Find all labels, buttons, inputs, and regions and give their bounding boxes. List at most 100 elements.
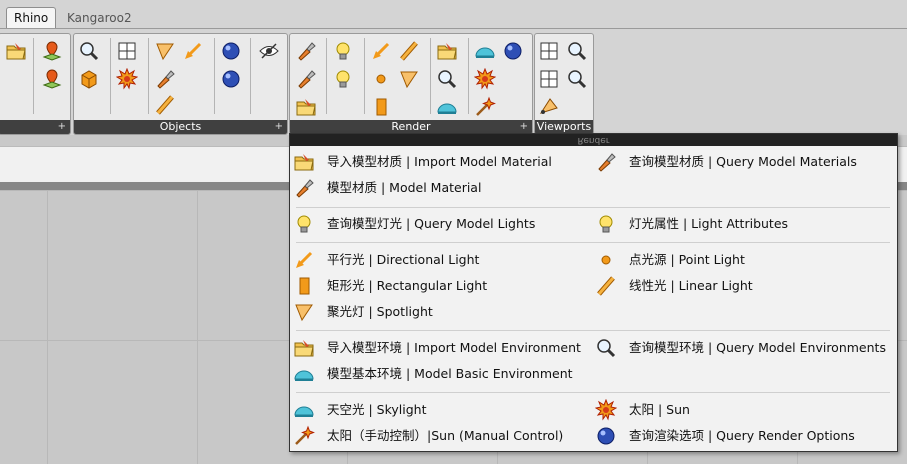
import-environment-icon [293, 337, 315, 359]
point-light-icon[interactable] [370, 68, 392, 90]
sun-icon[interactable] [474, 68, 496, 90]
menu-divider [296, 330, 890, 331]
query-environment-icon[interactable] [436, 68, 458, 90]
menu-item-model-basic-environment[interactable]: 模型基本环境 | Model Basic Environment [293, 362, 583, 386]
ribbon-panel-viewports: Viewports [534, 33, 594, 135]
menu-item-import-model-material[interactable]: 导入模型材质 | Import Model Material [293, 150, 583, 174]
panel-separator [250, 38, 251, 114]
point-light-icon [595, 249, 617, 271]
menu-item-directional-light[interactable]: 平行光 | Directional Light [293, 248, 583, 272]
menu-item-point-light[interactable]: 点光源 | Point Light [595, 248, 885, 272]
menu-divider [296, 207, 890, 208]
panel-title-viewports: Viewports [535, 120, 593, 134]
menu-item-query-model-lights[interactable]: 查询模型灯光 | Query Model Lights [293, 212, 583, 236]
panel-separator [148, 38, 149, 114]
tab-rhino[interactable]: Rhino [6, 7, 57, 28]
basic-environment-icon [293, 363, 315, 385]
import-material-icon [293, 151, 315, 173]
manual-sun-icon [293, 425, 315, 447]
dropdown-header: Render [290, 134, 897, 146]
mesh-grid-icon[interactable] [116, 40, 138, 62]
panel-title-render: Render + [290, 120, 532, 134]
spotlight-icon [293, 301, 315, 323]
import-environment-icon[interactable] [436, 40, 458, 62]
rectangular-light-icon [293, 275, 315, 297]
zoom-extents-icon[interactable] [566, 40, 588, 62]
render-dropdown-menu: Render 导入模型材质 | Import Model Material 查询… [289, 133, 898, 452]
query-environment-icon [595, 337, 617, 359]
panel-separator [468, 38, 469, 114]
query-lights-icon [293, 213, 315, 235]
query-render-options-icon[interactable] [502, 40, 524, 62]
panel-separator [430, 38, 431, 114]
curve-select-icon[interactable] [154, 40, 176, 62]
menu-item-import-model-environment[interactable]: 导入模型环境 | Import Model Environment [293, 336, 583, 360]
menu-item-rectangular-light[interactable]: 矩形光 | Rectangular Light [293, 274, 583, 298]
import-material-icon[interactable] [295, 96, 317, 118]
linear-light-icon[interactable] [398, 40, 420, 62]
directional-light-icon[interactable] [370, 40, 392, 62]
panel-separator [33, 38, 34, 114]
menu-item-model-material[interactable]: 模型材质 | Model Material [293, 176, 583, 200]
directional-light-icon [293, 249, 315, 271]
box-object-icon[interactable] [78, 68, 100, 90]
ribbon-panel-objects: Objects + [73, 33, 288, 135]
panel-separator [364, 38, 365, 114]
query-viewport-icon[interactable] [566, 68, 588, 90]
panel-expand-icon[interactable]: + [58, 120, 66, 134]
viewport-layout-icon[interactable] [538, 68, 560, 90]
model-material-icon [293, 177, 315, 199]
ribbon-panel-params: + [0, 33, 71, 135]
query-object-icon[interactable] [78, 40, 100, 62]
polyline-icon[interactable] [154, 94, 176, 116]
skylight-icon[interactable] [474, 40, 496, 62]
skylight-icon [293, 399, 315, 421]
light-bulb-icon [595, 213, 617, 235]
bake-icon[interactable] [5, 40, 27, 62]
menu-item-skylight[interactable]: 天空光 | Skylight [293, 398, 583, 422]
ribbon-tab-bar: Rhino Kangaroo2 [0, 0, 907, 29]
spotlight-icon[interactable] [398, 68, 420, 90]
point-object-icon[interactable] [116, 68, 138, 90]
camera-icon[interactable] [538, 94, 560, 116]
panel-title: + [0, 120, 70, 134]
curve-edit-icon[interactable] [182, 40, 204, 62]
manual-sun-icon[interactable] [474, 96, 496, 118]
location-pin-icon[interactable] [41, 68, 63, 90]
light-bulb-icon[interactable] [332, 68, 354, 90]
viewport-zoom-icon[interactable] [538, 40, 560, 62]
basic-environment-icon[interactable] [436, 96, 458, 118]
panel-expand-icon[interactable]: + [275, 120, 283, 134]
menu-divider [296, 242, 890, 243]
sphere-object-icon[interactable] [220, 40, 242, 62]
query-material-icon[interactable] [295, 40, 317, 62]
ribbon-panel-render: Render + [289, 33, 533, 135]
menu-divider [296, 392, 890, 393]
menu-item-spotlight[interactable]: 聚光灯 | Spotlight [293, 300, 583, 324]
panel-title-objects: Objects + [74, 120, 287, 134]
menu-item-light-attributes[interactable]: 灯光属性 | Light Attributes [595, 212, 885, 236]
menu-item-query-render-options[interactable]: 查询渲染选项 | Query Render Options [595, 424, 885, 448]
panel-separator [214, 38, 215, 114]
sun-icon [595, 399, 617, 421]
menu-item-sun[interactable]: 太阳 | Sun [595, 398, 885, 422]
model-material-icon[interactable] [295, 68, 317, 90]
eraser-icon[interactable] [154, 68, 176, 90]
query-render-options-icon [595, 425, 617, 447]
rectangular-light-icon[interactable] [370, 96, 392, 118]
sphere-add-icon[interactable] [220, 68, 242, 90]
panel-separator [326, 38, 327, 114]
ribbon-toolbar: + Objects + Render + Viewports [0, 28, 907, 135]
menu-item-query-model-materials[interactable]: 查询模型材质 | Query Model Materials [595, 150, 885, 174]
panel-expand-icon[interactable]: + [520, 120, 528, 134]
visibility-eye-icon[interactable] [258, 40, 280, 62]
linear-light-icon [595, 275, 617, 297]
menu-item-sun-manual-control[interactable]: 太阳（手动控制）|Sun (Manual Control) [293, 424, 589, 448]
map-icon[interactable] [41, 40, 63, 62]
panel-separator [110, 38, 111, 114]
query-lights-icon[interactable] [332, 40, 354, 62]
menu-item-query-model-environments[interactable]: 查询模型环境 | Query Model Environments [595, 336, 891, 360]
query-material-icon [595, 151, 617, 173]
tab-kangaroo2[interactable]: Kangaroo2 [60, 8, 139, 28]
menu-item-linear-light[interactable]: 线性光 | Linear Light [595, 274, 885, 298]
